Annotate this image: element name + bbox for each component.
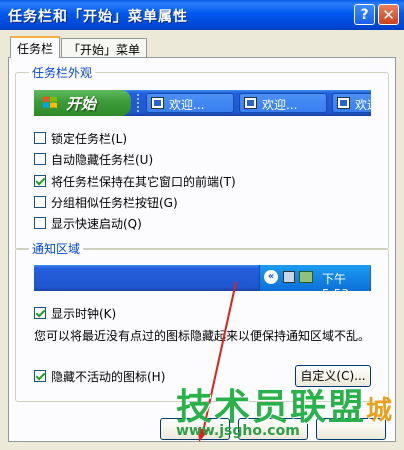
tab-taskbar-label: 任务栏 [17, 42, 54, 56]
watermark-suffix: 城 [366, 396, 395, 426]
watermark-url: www.jsgho.com [176, 423, 300, 439]
watermark-title: 技术员联盟 [176, 387, 367, 428]
tab-taskbar[interactable]: 任务栏 [10, 36, 61, 58]
